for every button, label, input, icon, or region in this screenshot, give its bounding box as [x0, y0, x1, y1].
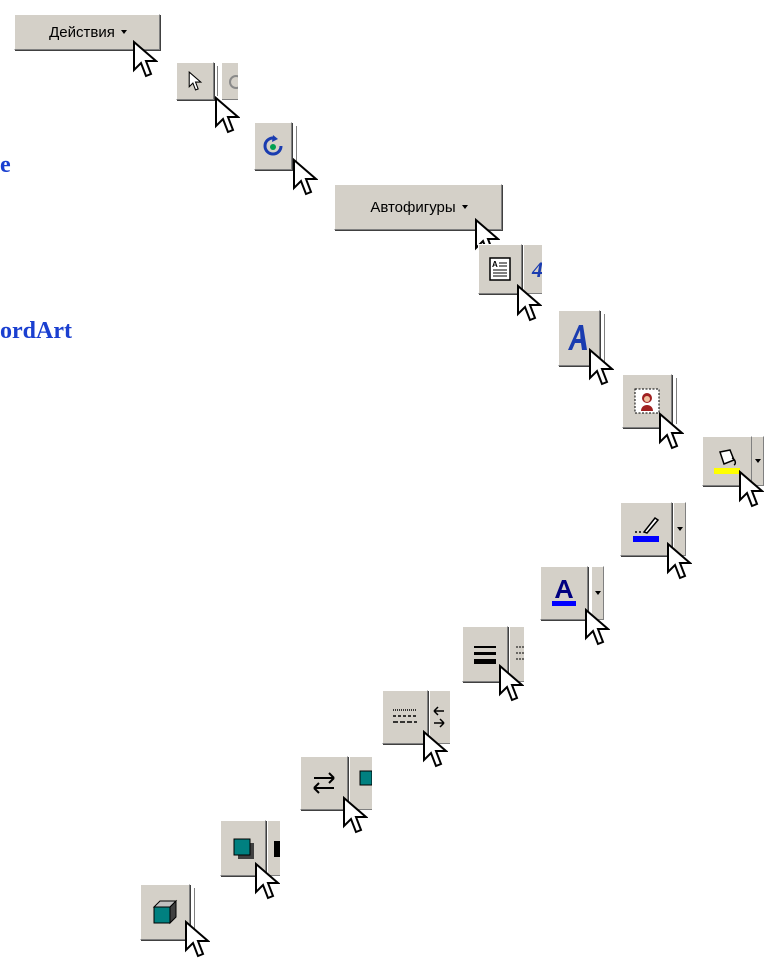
side-text-wordart: ordArt	[0, 318, 72, 344]
line-style-icon	[474, 646, 496, 664]
side-text-1: e	[0, 152, 11, 178]
next-button-stub[interactable]: 4	[524, 244, 542, 294]
svg-text:A: A	[492, 260, 498, 269]
select-objects-button[interactable]	[176, 62, 214, 100]
wordart-icon	[568, 325, 587, 350]
dropdown-arrow-icon	[594, 591, 601, 595]
text-box-icon: A	[489, 257, 511, 281]
dropdown-arrow-icon	[461, 205, 468, 209]
font-color-icon	[552, 580, 576, 606]
dash-stub-icon	[516, 646, 524, 660]
actions-label: Действия	[49, 23, 115, 41]
fill-color-button[interactable]	[702, 436, 752, 486]
separator	[217, 66, 219, 96]
wordart-button[interactable]	[558, 310, 600, 366]
autoshapes-menu-button[interactable]: Автофигуры	[334, 184, 502, 230]
font-color-dropdown[interactable]	[592, 566, 604, 620]
dropdown-arrow-icon	[676, 527, 683, 531]
free-rotate-button[interactable]	[254, 122, 292, 170]
next-button-stub[interactable]	[430, 690, 450, 744]
separator	[676, 378, 678, 424]
autoshapes-label: Автофигуры	[370, 198, 456, 216]
fill-color-icon	[714, 449, 740, 474]
line-color-button[interactable]	[620, 502, 672, 556]
free-rotate-icon	[263, 135, 283, 156]
shadow-stub-icon	[359, 770, 372, 786]
font-color-button[interactable]	[540, 566, 588, 620]
dropdown-arrow-icon	[120, 30, 127, 34]
3d-icon	[152, 899, 178, 925]
arrow-style-button[interactable]	[300, 756, 348, 810]
dash-style-button[interactable]	[382, 690, 428, 744]
line-color-dropdown[interactable]	[674, 502, 686, 556]
insert-picture-button[interactable]	[622, 374, 672, 428]
arrow-style-icon	[313, 772, 335, 794]
select-arrow-icon	[188, 71, 203, 91]
svg-text:4: 4	[531, 257, 542, 282]
separator	[296, 126, 298, 166]
shadow-icon	[233, 838, 254, 859]
arrow-stub-icon	[433, 706, 445, 728]
3d-button[interactable]	[140, 884, 190, 940]
shadow-button[interactable]	[220, 820, 266, 876]
dropdown-arrow-icon	[754, 459, 761, 463]
actions-menu-button[interactable]: Действия	[14, 14, 160, 50]
dash-style-icon	[393, 709, 417, 723]
separator	[604, 314, 606, 362]
text-box-button[interactable]: A	[478, 244, 522, 294]
line-style-button[interactable]	[462, 626, 508, 682]
wordart-stub-icon: 4	[531, 257, 542, 282]
3d-stub-icon	[274, 841, 280, 857]
picture-icon	[634, 388, 660, 414]
separator	[194, 888, 196, 936]
rotate-stub-icon	[229, 75, 238, 89]
mouse-cursor-icon	[215, 96, 240, 134]
next-button-stub[interactable]	[222, 62, 238, 100]
next-button-stub[interactable]	[350, 756, 372, 810]
next-button-stub[interactable]	[510, 626, 524, 682]
next-button-stub[interactable]	[268, 820, 280, 876]
fill-color-dropdown[interactable]	[752, 436, 764, 486]
line-color-icon	[633, 516, 660, 542]
